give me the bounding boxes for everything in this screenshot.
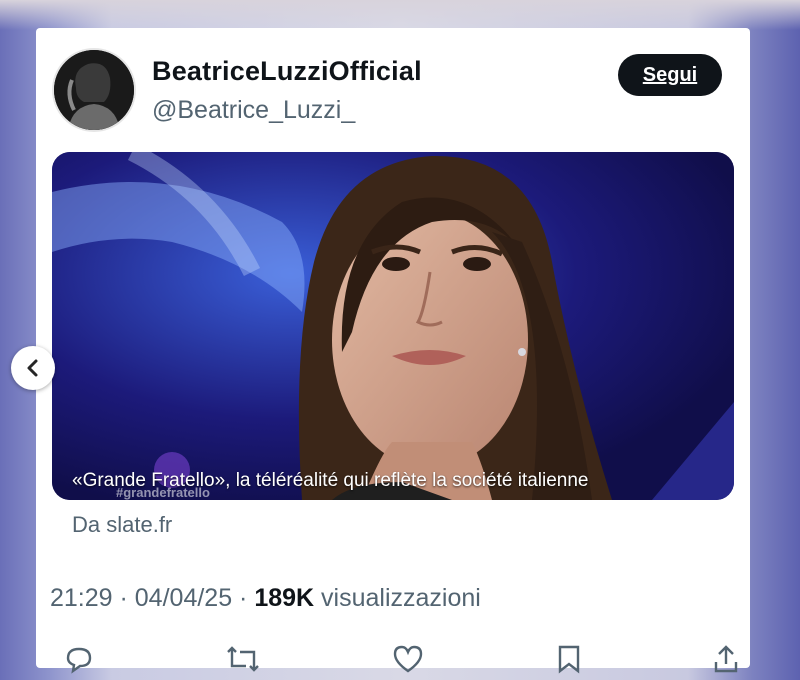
like-icon[interactable] — [392, 644, 424, 679]
media-photo — [52, 152, 734, 500]
reply-icon[interactable] — [64, 644, 94, 679]
media-caption: «Grande Fratello», la téléréalité qui re… — [72, 470, 589, 491]
views-label: visualizzazioni — [321, 584, 481, 612]
post-date[interactable]: 04/04/25 — [135, 584, 232, 612]
follow-button[interactable]: Segui — [618, 54, 722, 96]
meta-separator: · — [112, 584, 135, 612]
chevron-left-icon — [27, 359, 38, 377]
display-name[interactable]: BeatriceLuzziOfficial — [152, 56, 422, 87]
post-meta: 21:29 · 04/04/25 · 189K visualizzazioni — [50, 584, 481, 613]
avatar-silhouette-icon — [54, 50, 134, 130]
tweet-card: BeatriceLuzziOfficial @Beatrice_Luzzi_ S… — [36, 28, 750, 674]
action-bar — [50, 640, 740, 680]
retweet-icon[interactable] — [226, 644, 260, 679]
background-fade — [0, 0, 800, 30]
avatar[interactable] — [52, 48, 136, 132]
user-handle[interactable]: @Beatrice_Luzzi_ — [152, 96, 355, 125]
views-count: 189K — [254, 584, 315, 612]
media-image[interactable]: #grandefratello «Grande Fratello», la té… — [52, 152, 734, 500]
post-time[interactable]: 21:29 — [50, 584, 113, 612]
share-icon[interactable] — [712, 644, 740, 679]
meta-separator: · — [232, 584, 255, 612]
carousel-prev-button[interactable] — [11, 346, 55, 390]
bookmark-icon[interactable] — [556, 644, 582, 679]
link-source[interactable]: Da slate.fr — [72, 512, 172, 538]
